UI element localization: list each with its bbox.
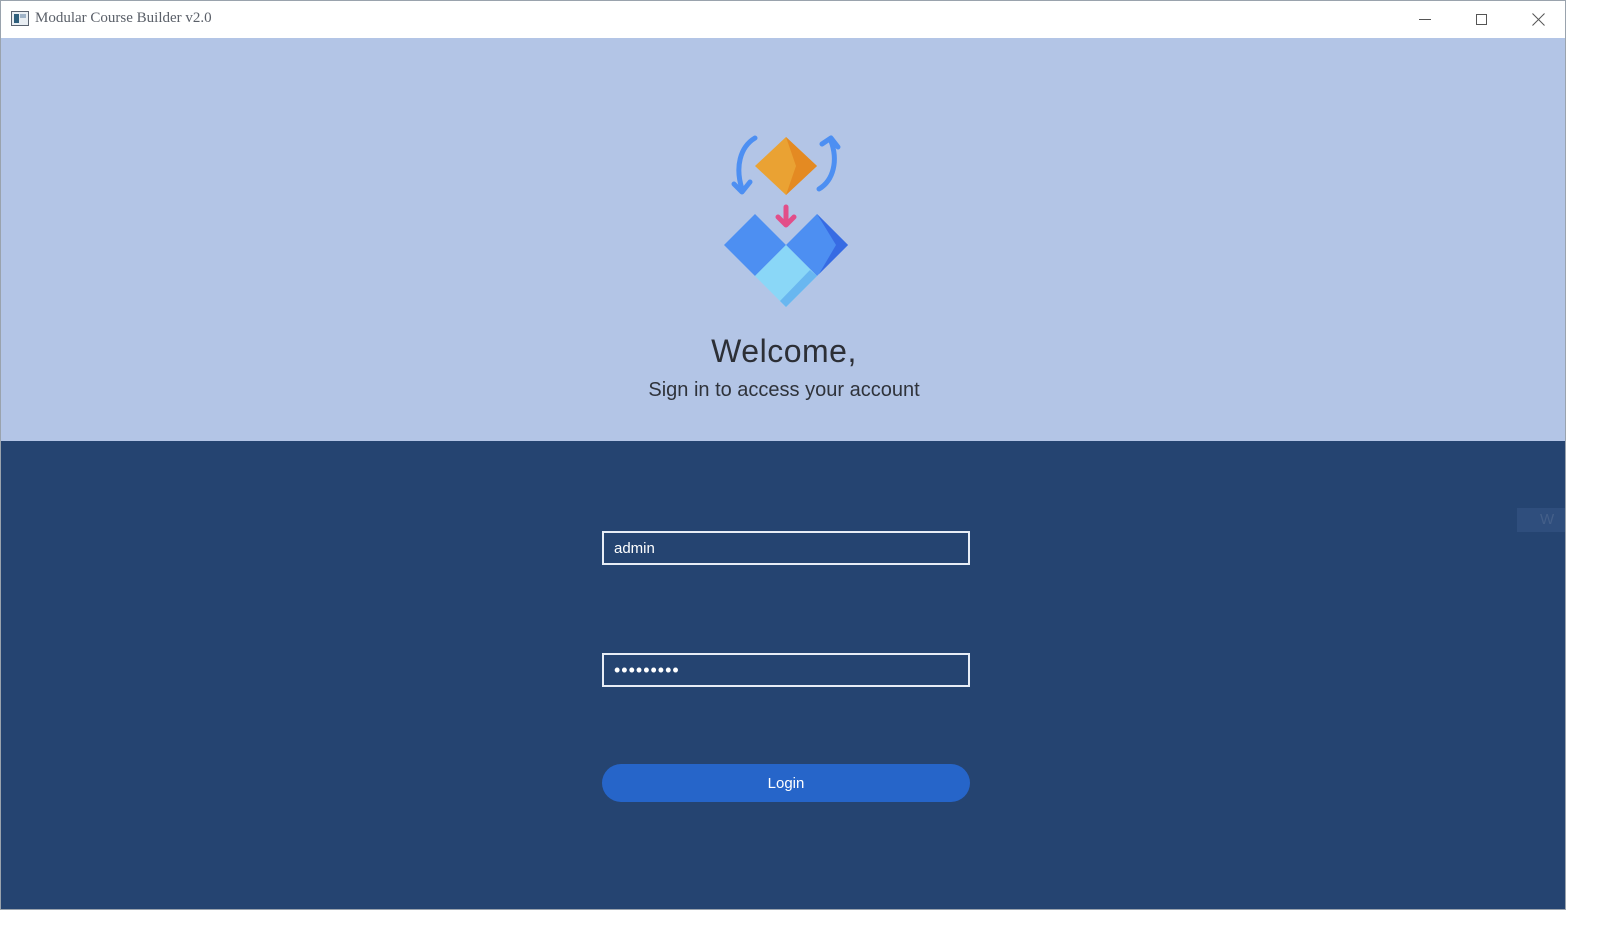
- close-icon: [1531, 12, 1546, 27]
- maximize-button[interactable]: [1453, 1, 1510, 38]
- application-window: Modular Course Builder v2.0 Welcome, Sig…: [0, 0, 1600, 931]
- welcome-heading: Welcome,: [711, 333, 857, 369]
- title-bar[interactable]: Modular Course Builder v2.0: [1, 1, 1565, 39]
- app-frame: Modular Course Builder v2.0 Welcome, Sig…: [0, 0, 1566, 910]
- username-field[interactable]: [602, 531, 970, 565]
- side-tab[interactable]: W: [1517, 508, 1565, 532]
- password-field[interactable]: [602, 653, 970, 687]
- minimize-icon: [1418, 19, 1431, 20]
- window-title: Modular Course Builder v2.0: [35, 10, 212, 26]
- side-tab-label: W: [1540, 511, 1555, 528]
- modular-blocks-icon: [724, 135, 848, 307]
- login-button[interactable]: Login: [602, 764, 970, 802]
- maximize-icon: [1476, 14, 1487, 25]
- app-icon: [11, 11, 29, 26]
- welcome-hero: Welcome, Sign in to access your account: [1, 38, 1565, 441]
- login-panel: Login W: [1, 441, 1565, 909]
- bottom-gap: [0, 910, 1600, 931]
- signin-subtitle: Sign in to access your account: [648, 379, 920, 401]
- close-button[interactable]: [1510, 1, 1565, 38]
- minimize-button[interactable]: [1396, 1, 1453, 38]
- window-controls: [1396, 1, 1565, 38]
